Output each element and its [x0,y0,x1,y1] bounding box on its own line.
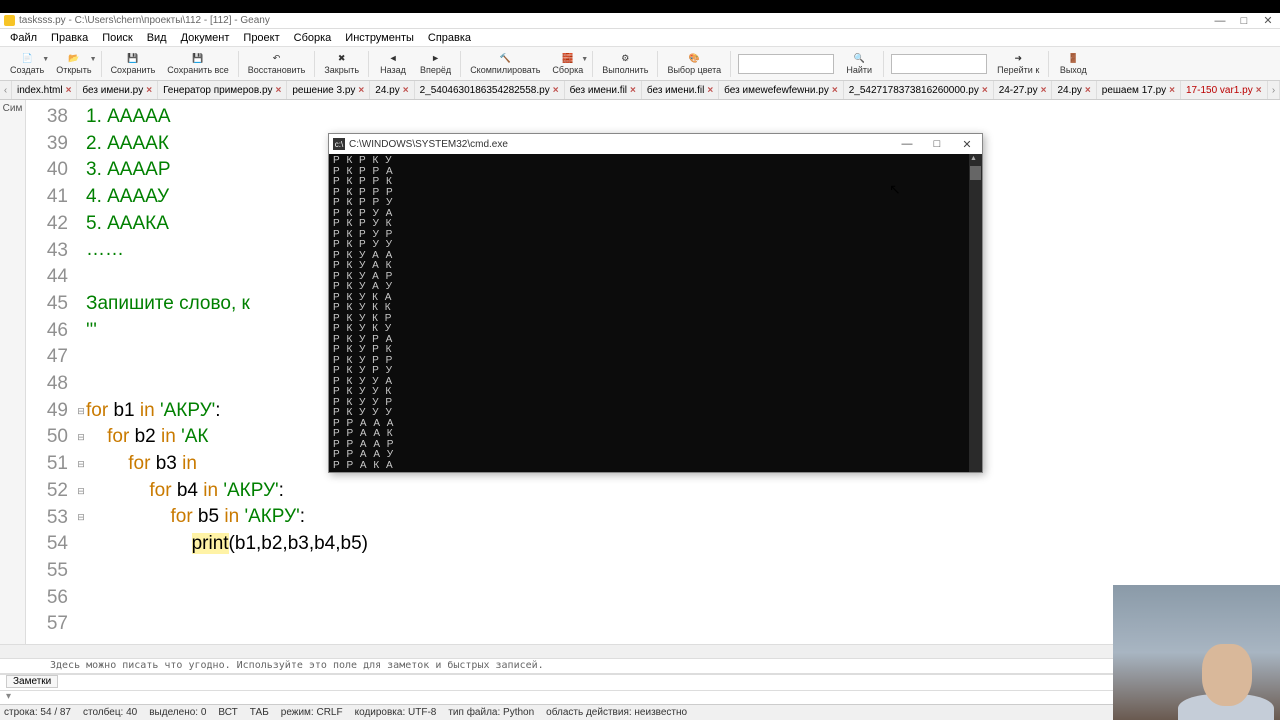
toolbar-search-input[interactable] [738,54,834,74]
titlebar: tasksss.py - C:\Users\chern\проекты\112 … [0,13,1280,29]
toolbar-Сохранить[interactable]: 💾Сохранить [105,48,162,80]
toolbar-Выполнить[interactable]: ⚙Выполнить [596,48,654,80]
app-icon [4,15,15,26]
toolbar-Сборка[interactable]: 🧱Сборка▼ [546,48,589,80]
tab-index.html[interactable]: index.html× [12,81,77,99]
cmd-window: c:\ C:\WINDOWS\SYSTEM32\cmd.exe — □ ✕ ▲ … [328,133,983,473]
tab-24-27.py[interactable]: 24-27.py× [994,81,1053,99]
cmd-scrollbar[interactable]: ▲ [969,154,982,472]
fold-column[interactable]: ⊟⊟⊟⊟⊟ [76,100,86,644]
menubar: Файл Правка Поиск Вид Документ Проект Сб… [0,29,1280,47]
menu-tools[interactable]: Инструменты [339,31,420,45]
tab-close-icon[interactable]: × [832,85,838,96]
toolbar-Назад[interactable]: ◄Назад [372,48,414,80]
toolbar-Закрыть[interactable]: ✖Закрыть [318,48,365,80]
tab-close-icon[interactable]: × [276,85,282,96]
tabscroll-left[interactable]: ‹ [0,81,12,99]
close-button[interactable]: ✕ [1256,14,1280,27]
toolbar-Выбор цвета[interactable]: 🎨Выбор цвета [661,48,727,80]
cmd-close[interactable]: ✕ [952,138,982,151]
maximize-button[interactable]: □ [1232,15,1256,27]
tab-без имени.fil[interactable]: без имени.fil× [642,81,719,99]
tab-close-icon[interactable]: × [630,85,636,96]
tab-Генератор примеров.py[interactable]: Генератор примеров.py× [158,81,287,99]
status-mode: режим: CRLF [281,707,343,718]
tab-без имени.fil[interactable]: без имени.fil× [565,81,642,99]
menu-project[interactable]: Проект [237,31,285,45]
status-col: столбец: 40 [83,707,137,718]
tab-close-icon[interactable]: × [1041,85,1047,96]
menu-view[interactable]: Вид [141,31,173,45]
tab-без имени.py[interactable]: без имени.py× [77,81,158,99]
tab-2_5404630186354282558.py[interactable]: 2_5404630186354282558.py× [415,81,565,99]
statusbar: строка: 54 / 87 столбец: 40 выделено: 0 … [0,704,1280,720]
tab-close-icon[interactable]: × [358,85,364,96]
window-title: tasksss.py - C:\Users\chern\проекты\112 … [19,15,270,26]
webcam-overlay [1113,585,1280,720]
tab-close-icon[interactable]: × [403,85,409,96]
cmd-minimize[interactable]: — [892,138,922,150]
toolbar-Создать[interactable]: 📄Создать▼ [4,48,50,80]
symbol-dropdown[interactable]: ▾ [0,690,1280,704]
tab-close-icon[interactable]: × [553,85,559,96]
tab-close-icon[interactable]: × [982,85,988,96]
status-enc: кодировка: UTF-8 [355,707,437,718]
toolbar-Открыть[interactable]: 📂Открыть▼ [50,48,97,80]
tab-close-icon[interactable]: × [707,85,713,96]
menu-file[interactable]: Файл [4,31,43,45]
minimize-button[interactable]: — [1208,15,1232,27]
tab-close-icon[interactable]: × [66,85,72,96]
menu-help[interactable]: Справка [422,31,477,45]
menu-document[interactable]: Документ [175,31,236,45]
tab-решаем 17.py[interactable]: решаем 17.py× [1097,81,1181,99]
toolbar-Скомпилировать[interactable]: 🔨Скомпилировать [464,48,546,80]
tab-close-icon[interactable]: × [1169,85,1175,96]
tabbar: ‹ index.html×без имени.py×Генератор прим… [0,81,1280,100]
status-ft: тип файла: Python [448,707,534,718]
sidebar[interactable]: Сим [0,100,26,644]
status-ins: ВСТ [218,707,237,718]
notes-tab[interactable]: Заметки [0,674,1280,690]
toolbar-Вперёд[interactable]: ►Вперёд [414,48,457,80]
tab-без имеwefewfewни.py[interactable]: без имеwefewfewни.py× [719,81,844,99]
cmd-title-text: C:\WINDOWS\SYSTEM32\cmd.exe [349,139,508,150]
mouse-cursor: ↖ [889,181,901,198]
cmd-icon: c:\ [333,138,345,150]
status-sel: выделено: 0 [149,707,206,718]
tabscroll-right[interactable]: › [1268,81,1280,99]
cmd-maximize[interactable]: □ [922,138,952,150]
line-gutter: 3839404142434445464748495051525354555657 [26,100,76,644]
tab-2_5427178373816260000.py[interactable]: 2_5427178373816260000.py× [844,81,994,99]
status-scope: область действия: неизвестно [546,707,687,718]
toolbar: 📄Создать▼📂Открыть▼💾Сохранить💾Сохранить в… [0,47,1280,81]
toolbar-Перейти к[interactable]: ➜Перейти к [991,48,1045,80]
tab-close-icon[interactable]: × [146,85,152,96]
tab-close-icon[interactable]: × [1085,85,1091,96]
toolbar-search-input[interactable] [891,54,987,74]
menu-search[interactable]: Поиск [96,31,138,45]
status-tab: ТАБ [250,707,269,718]
cmd-output[interactable]: ▲ Р К Р К УР К Р Р АР К Р Р КР К Р Р РР … [329,154,982,472]
notes-field[interactable]: Здесь можно писать что угодно. Используй… [0,658,1280,674]
menu-build[interactable]: Сборка [288,31,338,45]
hscrollbar[interactable] [0,644,1280,658]
toolbar-Выход[interactable]: 🚪Выход [1052,48,1094,80]
cmd-titlebar[interactable]: c:\ C:\WINDOWS\SYSTEM32\cmd.exe — □ ✕ [329,134,982,154]
tab-24.py[interactable]: 24.py× [1052,81,1096,99]
toolbar-Найти[interactable]: 🔍Найти [838,48,880,80]
status-line: строка: 54 / 87 [4,707,71,718]
tab-17-150 var1.py[interactable]: 17-150 var1.py× [1181,81,1268,99]
menu-edit[interactable]: Правка [45,31,94,45]
toolbar-Восстановить[interactable]: ↶Восстановить [242,48,312,80]
tab-24.py[interactable]: 24.py× [370,81,414,99]
tab-решение 3.py[interactable]: решение 3.py× [287,81,370,99]
tab-close-icon[interactable]: × [1256,85,1262,96]
toolbar-Сохранить все[interactable]: 💾Сохранить все [161,48,234,80]
